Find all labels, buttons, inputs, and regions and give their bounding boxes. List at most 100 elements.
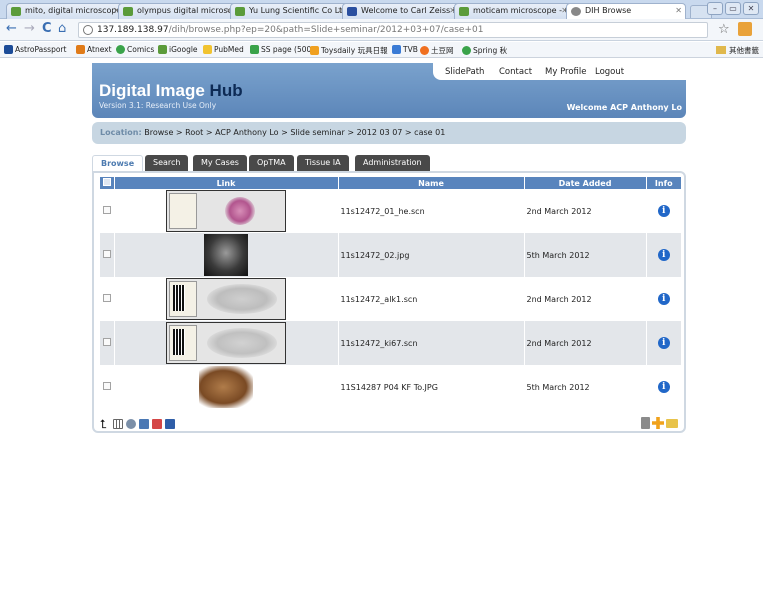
slide-thumbnail[interactable] [166,278,286,320]
file-name[interactable]: 11s12472_02.jpg [338,233,525,277]
favicon-icon [571,7,581,16]
bookmark-item[interactable]: 土豆网 [420,45,454,56]
row-checkbox[interactable] [102,206,111,214]
browser-tab-label: olympus digital microscop [137,6,236,15]
select-all-checkbox[interactable] [102,178,111,186]
upload-icon[interactable] [139,419,150,429]
bookmark-item[interactable]: SS page (500) [250,45,314,54]
browser-tab-active[interactable]: DIH Browse ✕ [566,3,686,20]
contact-link[interactable]: Contact [499,67,532,77]
file-name[interactable]: 11s12472_ki67.scn [338,321,525,365]
new-folder-icon[interactable] [666,418,678,428]
browser-tab-1[interactable]: olympus digital microscop ✕ [118,3,236,19]
bookmark-favicon-icon [250,45,259,54]
logout-link[interactable]: Logout [595,67,624,77]
bookmark-item[interactable]: Atnext [76,45,112,54]
info-icon[interactable]: i [657,381,670,393]
reload-icon[interactable]: C [42,22,52,36]
info-icon[interactable]: i [657,205,670,217]
row-select-cell [100,321,115,365]
tab-my-cases[interactable]: My Cases [193,155,247,172]
tab-tissue-ia[interactable]: Tissue IA [297,155,349,172]
bookmark-item[interactable]: Toysdaily 玩具日報 [310,45,388,56]
tab-optma[interactable]: OpTMA [249,155,294,172]
bookmark-favicon-icon [4,45,13,54]
maximize-icon[interactable]: ▭ [725,2,741,15]
col-date-added: Date Added [524,177,647,189]
bookmark-item[interactable]: AstroPassport [4,45,66,54]
browse-panel: Link Name Date Added Info 11s12472_01_he… [92,171,686,433]
gear-icon[interactable] [126,419,137,429]
bookmark-item[interactable]: Spring 秋 [462,45,507,56]
bookmark-label: TVB [403,45,418,54]
browser-tab-3[interactable]: Welcome to Carl Zeiss Mic ✕ [342,3,460,19]
thumbnail-cell [114,277,339,321]
close-tab-icon[interactable]: ✕ [675,6,682,15]
slide-thumbnail[interactable] [166,322,286,364]
browser-tab-0[interactable]: mito, digital microscope ✕ [6,3,124,19]
my-profile-link[interactable]: My Profile [545,67,587,77]
extension-icon[interactable] [738,22,752,36]
grid-view-icon[interactable] [113,419,124,429]
bookmark-favicon-icon [116,45,125,54]
slidepath-link[interactable]: SlidePath [445,67,484,77]
close-window-icon[interactable]: ✕ [743,2,759,15]
film-icon[interactable] [165,419,176,429]
bookmark-favicon-icon [203,45,212,54]
thumbnail-cell [114,365,339,409]
bookmark-item[interactable]: TVB [392,45,418,54]
file-name[interactable]: 11s12472_01_he.scn [338,189,525,233]
date-added: 2nd March 2012 [524,189,647,233]
file-name[interactable]: 11S14287 P04 KF To.JPG [338,365,525,409]
bookmark-label: iGoogle [169,45,198,54]
bookmark-favicon-icon [158,45,167,54]
bookmark-item[interactable]: Comics [116,45,154,54]
browser-tab-4[interactable]: moticam microscope - Go ✕ [454,3,572,19]
favicon-icon [235,7,245,16]
other-bookmarks[interactable]: 其他書籤 [713,44,763,57]
bookmark-item[interactable]: iGoogle [158,45,198,54]
thumbnail-cell [114,189,339,233]
site-header: SlidePath Contact My Profile Logout Digi… [92,63,686,118]
table-row: 11s12472_02.jpg 5th March 2012 i [100,233,682,277]
info-cell: i [646,365,682,409]
file-table: Link Name Date Added Info 11s12472_01_he… [100,177,682,409]
home-icon[interactable]: ⌂ [58,22,66,36]
minimize-icon[interactable]: – [707,2,723,15]
browser-tab-2[interactable]: Yu Lung Scientific Co Ltd ✕ [230,3,348,19]
bookmark-item[interactable]: PubMed [203,45,244,54]
bookmark-favicon-icon [392,45,401,54]
tab-search[interactable]: Search [145,155,189,172]
info-icon[interactable]: i [657,293,670,305]
up-folder-icon[interactable]: ⮤ [100,418,107,430]
favicon-icon [459,7,469,16]
row-checkbox[interactable] [102,294,111,302]
thumbnail-cell [114,233,339,277]
trash-icon[interactable] [641,417,650,429]
browser-tab-label: mito, digital microscope [25,6,122,15]
thumbnail-cell [114,321,339,365]
date-added: 5th March 2012 [524,365,647,409]
row-checkbox[interactable] [102,382,111,390]
slide-label [169,193,197,229]
image-thumbnail[interactable] [204,234,248,276]
image-thumbnail[interactable] [199,366,253,408]
bookmark-star-icon[interactable]: ☆ [718,22,730,37]
pdf-icon[interactable] [152,419,163,429]
forward-arrow-icon[interactable]: → [24,22,35,36]
browser-tab-label: DIH Browse [585,6,632,15]
tab-administration[interactable]: Administration [355,155,430,172]
row-checkbox[interactable] [102,250,111,258]
add-icon[interactable] [652,417,664,429]
file-name[interactable]: 11s12472_alk1.scn [338,277,525,321]
slide-thumbnail[interactable] [166,190,286,232]
bookmark-favicon-icon [420,46,429,55]
bookmark-label: SS page (500) [261,45,315,54]
page-info-icon[interactable] [83,25,93,35]
row-checkbox[interactable] [102,338,111,346]
address-bar[interactable]: 137.189.138.97/dih/browse.php?ep=20&path… [78,22,708,38]
col-link: Link [114,177,339,189]
back-arrow-icon[interactable]: ← [6,22,17,36]
info-icon[interactable]: i [657,249,670,261]
info-icon[interactable]: i [657,337,670,349]
